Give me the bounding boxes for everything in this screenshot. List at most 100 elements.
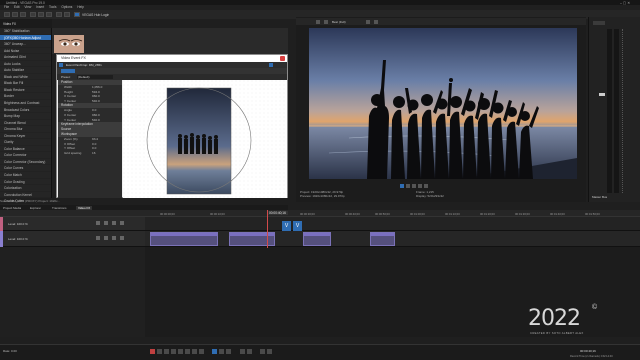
pan-crop-dialog: Video Event FX Event Pan/Crop: DM_2651 P… (56, 54, 288, 198)
normal-edit-tool-icon[interactable] (212, 349, 217, 354)
param-value[interactable]: 16 (92, 151, 95, 156)
param-row[interactable]: Y Center 540.0 (58, 99, 122, 104)
ruler-mark: 00:00:10;00 (210, 211, 225, 216)
ruler-mark: 00:01:50;00 (585, 211, 600, 216)
mute-icon[interactable] (96, 236, 100, 240)
pan-crop-canvas[interactable] (123, 80, 287, 198)
meter-scale (622, 29, 626, 193)
param-label: X Center (64, 112, 77, 117)
open-icon[interactable] (12, 12, 18, 17)
split-screen-icon[interactable] (324, 19, 328, 24)
param-value[interactable]: 540.0 (92, 118, 100, 123)
region-icon[interactable] (267, 349, 272, 354)
snap-icon[interactable] (240, 349, 245, 354)
param-label: Grid spacing (64, 150, 82, 155)
hub-icon[interactable] (74, 12, 80, 17)
track-level[interactable]: Level: 100.0 % (8, 222, 28, 226)
watermark-year: 2022 (528, 306, 581, 331)
watermark-logo: 2022 © CREATED BY SOTO ALBERT ALEX (520, 304, 630, 336)
ruler-mark: 00:00:00;00 (160, 211, 175, 216)
param-label: Angle (64, 108, 72, 113)
ruler-mark: 00:00:50;00 (375, 211, 390, 216)
param-row[interactable]: Y Center 540.0 (58, 118, 122, 123)
go-to-start-icon[interactable] (192, 349, 197, 354)
selection-tool-icon[interactable] (226, 349, 231, 354)
track-header-video-2[interactable]: Level: 100.0 % (0, 231, 145, 247)
hub-login-label[interactable]: VEGAS Hub Login (82, 13, 109, 17)
track-header-video-1[interactable]: Level: 100.0 % (0, 217, 145, 231)
play-from-start-icon[interactable] (164, 349, 169, 354)
preview-image (309, 28, 577, 179)
video-clip[interactable] (229, 232, 275, 246)
close-icon[interactable] (280, 56, 285, 61)
envelope-tool-icon[interactable] (219, 349, 224, 354)
paste-icon[interactable] (46, 12, 52, 17)
stop-icon[interactable] (185, 349, 190, 354)
pause-icon[interactable] (178, 349, 183, 354)
record-time: Record Time (2 channels): 152:14:40 (570, 355, 613, 358)
param-label: Zoom (%) (64, 137, 78, 142)
track-motion-icon[interactable] (120, 236, 124, 240)
param-label: Y Center (64, 117, 77, 122)
param-value[interactable]: 540.0 (92, 99, 100, 104)
auto-ripple-icon[interactable] (247, 349, 252, 354)
snapshot-icon[interactable] (374, 19, 378, 24)
display-info: Display: 520x293x32 (416, 194, 444, 198)
pan-crop-frame[interactable] (123, 80, 287, 198)
ruler-mark: 00:01:10;00 (445, 211, 460, 216)
fx-chain-icon[interactable] (59, 63, 63, 67)
marker-icon[interactable] (260, 349, 265, 354)
master-bus-toolbar[interactable] (593, 21, 605, 25)
play-icon[interactable] (171, 349, 176, 354)
master-fader-handle[interactable] (599, 93, 605, 96)
undo-icon[interactable] (56, 12, 62, 17)
ruler-mark: 00:00:40;00 (345, 211, 360, 216)
track-level[interactable]: Level: 100.0 % (8, 237, 28, 241)
solo-icon[interactable] (104, 221, 108, 225)
preview-quality[interactable]: Best (Full) (332, 20, 346, 24)
preset-strip (52, 28, 288, 54)
preview-settings-icon[interactable] (316, 19, 320, 24)
window-controls[interactable]: – ▢ ✕ (620, 1, 638, 5)
watermark-subtitle: CREATED BY SOTO ALBERT ALEX (530, 331, 584, 335)
record-icon[interactable] (150, 349, 155, 354)
rate-readout: Rate: 0.00 (3, 349, 17, 353)
video-clip[interactable] (303, 232, 331, 246)
preset-label: Preset: (61, 75, 71, 80)
track-fx-icon[interactable] (112, 221, 116, 225)
insert-plugin-icon[interactable] (269, 63, 273, 67)
video-clip[interactable] (370, 232, 395, 246)
track-lane-1[interactable] (145, 217, 640, 231)
solo-icon[interactable] (104, 236, 108, 240)
save-icon[interactable] (20, 12, 26, 17)
playhead[interactable] (267, 210, 268, 248)
preset-select[interactable]: (Default) (77, 75, 113, 79)
parameter-panel: Position Width 1,056.0 Height 594.0 X Cent… (58, 80, 122, 198)
video-clip[interactable] (150, 232, 218, 246)
ruler-mark: 00:01:40;00 (550, 211, 565, 216)
meter-left (607, 29, 612, 193)
pan-crop-tab[interactable] (61, 69, 75, 73)
track-motion-icon[interactable] (120, 221, 124, 225)
new-project-icon[interactable] (4, 12, 10, 17)
param-label: Height (64, 89, 73, 94)
param-label: Width (64, 85, 72, 89)
ruler-mark: 00:01:20;00 (480, 211, 495, 216)
preset-thumbnail[interactable] (54, 35, 84, 53)
loop-playback-icon[interactable] (157, 349, 162, 354)
mute-icon[interactable] (96, 221, 100, 225)
redo-icon[interactable] (64, 12, 70, 17)
cut-icon[interactable] (30, 12, 36, 17)
copy-icon[interactable] (38, 12, 44, 17)
go-to-end-icon[interactable] (199, 349, 204, 354)
track-fx-icon[interactable] (112, 236, 116, 240)
param-row[interactable]: Grid spacing 16 (58, 151, 122, 156)
video-fx-list: 360° Stabilization (OFX)360 Horizon Adjus… (0, 28, 52, 218)
timeline-ruler[interactable]: 00:00:40;16 00:00:00;00 00:00:10;00 00:0… (0, 210, 640, 217)
transition-marker[interactable]: V (293, 221, 302, 231)
preview-resolution: Preview: 1920x1080x32, 29.970p (300, 194, 345, 198)
overlays-icon[interactable] (366, 19, 370, 24)
dialog-title: Video Event FX (57, 55, 287, 62)
fx-list-title: Video FX (3, 21, 17, 26)
transition-marker[interactable]: V (282, 221, 291, 231)
